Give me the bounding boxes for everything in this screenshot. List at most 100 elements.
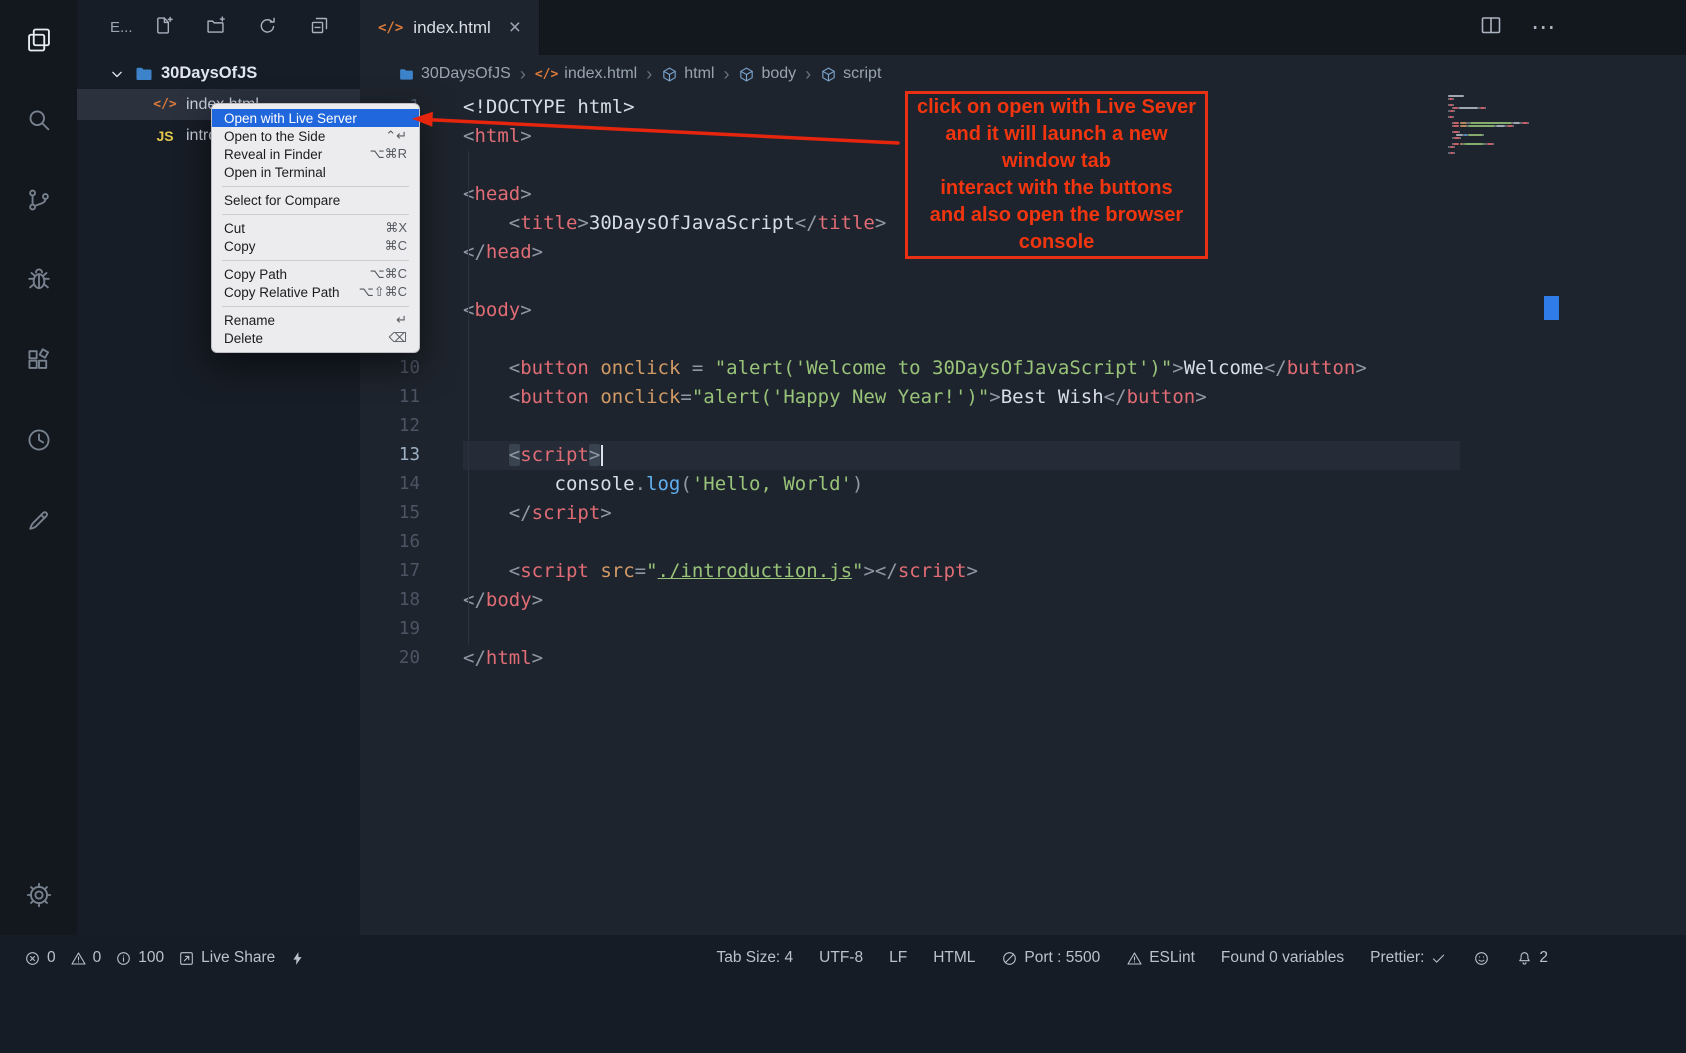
line-number: 13 (360, 441, 420, 470)
code-line-content (420, 615, 463, 644)
menu-item-label: Rename (224, 313, 275, 328)
breadcrumb-item-30daysofjs[interactable]: 30DaysOfJS (398, 65, 511, 83)
status-variables-count[interactable]: Found 0 variables (1221, 949, 1344, 967)
collapse-all-icon (309, 15, 330, 36)
minimap-line (1448, 152, 1540, 154)
tab-index-html[interactable]: </> index.html × (360, 0, 540, 55)
menu-item-open-to-the-side[interactable]: Open to the Side⌃↵ (212, 127, 419, 145)
activity-debug[interactable] (0, 240, 77, 320)
status-warnings[interactable]: 0 (70, 949, 102, 967)
split-editor-icon[interactable] (1479, 13, 1503, 42)
tab-bar: </> index.html × ⋯ (360, 0, 1686, 55)
breadcrumb-item-index-html[interactable]: </>index.html (535, 65, 637, 83)
activity-extensions[interactable] (0, 320, 77, 400)
new-file-button[interactable] (153, 15, 174, 41)
tree-folder-30daysofjs[interactable]: 30DaysOfJS (77, 58, 360, 89)
activity-pen[interactable] (0, 480, 77, 560)
status-notifications[interactable]: 2 (1516, 949, 1548, 967)
activity-search[interactable] (0, 80, 77, 160)
status-language-mode[interactable]: HTML (933, 949, 975, 967)
code-line-content: </body> (420, 586, 543, 615)
activity-clock[interactable] (0, 400, 77, 480)
minimap-segment (1485, 107, 1486, 109)
menu-item-open-with-live-server[interactable]: Open with Live Server (212, 109, 419, 127)
folder-icon (134, 64, 154, 84)
code-line-9[interactable]: 9 (360, 325, 1686, 354)
refresh-button[interactable] (257, 15, 278, 41)
menu-item-label: Open with Live Server (224, 111, 357, 126)
activity-explorer[interactable] (0, 0, 77, 80)
status-tab-size[interactable]: Tab Size: 4 (716, 949, 793, 967)
code-line-15[interactable]: 15 </script> (360, 499, 1686, 528)
menu-item-open-in-terminal[interactable]: Open in Terminal (212, 163, 419, 181)
menu-item-delete[interactable]: Delete⌫ (212, 329, 419, 347)
menu-item-select-for-compare[interactable]: Select for Compare (212, 191, 419, 209)
code-line-content: <title>30DaysOfJavaScript</title> (420, 209, 886, 238)
collapse-all-button[interactable] (309, 15, 330, 41)
code-line-content: <body> (420, 296, 532, 325)
menu-item-shortcut: ⌥⌘R (370, 146, 407, 162)
minimap-line (1448, 146, 1540, 148)
menu-item-rename[interactable]: Rename↵ (212, 311, 419, 329)
status-feedback[interactable] (1473, 950, 1490, 967)
minimap-segment (1460, 122, 1467, 124)
menu-item-copy-relative-path[interactable]: Copy Relative Path⌥⇧⌘C (212, 283, 419, 301)
annotation-text: click on open with Live Sever (917, 94, 1196, 121)
debug-icon (25, 266, 53, 294)
annotation-text: and also open the browser (917, 202, 1196, 229)
code-line-20[interactable]: 20</html> (360, 644, 1686, 673)
code-line-8[interactable]: 8<body> (360, 296, 1686, 325)
menu-item-cut[interactable]: Cut⌘X (212, 219, 419, 237)
line-number: 20 (360, 644, 420, 673)
code-line-11[interactable]: 11 <button onclick="alert('Happy New Yea… (360, 383, 1686, 412)
code-line-content: <script src="./introduction.js"></script… (420, 557, 978, 586)
status-info-count[interactable]: 100 (115, 949, 164, 967)
new-folder-button[interactable] (205, 15, 226, 41)
status-eol[interactable]: LF (889, 949, 907, 967)
line-number: 18 (360, 586, 420, 615)
tab-label: index.html (413, 18, 490, 38)
minimap-line (1448, 140, 1540, 142)
code-line-10[interactable]: 10 <button onclick = "alert('Welcome to … (360, 354, 1686, 383)
code-line-13[interactable]: 13 <script> (360, 441, 1686, 470)
code-line-content: console.log('Hello, World') (420, 470, 863, 499)
code-line-17[interactable]: 17 <script src="./introduction.js"></scr… (360, 557, 1686, 586)
editor-actions: ⋯ (1479, 0, 1686, 55)
menu-item-reveal-in-finder[interactable]: Reveal in Finder⌥⌘R (212, 145, 419, 163)
code-line-content: <!DOCTYPE html> (420, 93, 635, 122)
breadcrumb-item-script[interactable]: script (820, 65, 881, 83)
js-file-icon: JS (153, 128, 177, 144)
menu-item-copy-path[interactable]: Copy Path⌥⌘C (212, 265, 419, 283)
status-prettier[interactable]: Prettier: (1370, 949, 1447, 967)
smiley-icon (1473, 950, 1490, 967)
minimap-segment (1460, 137, 1461, 139)
activity-settings[interactable] (0, 869, 77, 921)
status-live-share[interactable]: Live Share (178, 949, 275, 967)
minimap[interactable] (1448, 95, 1540, 155)
breadcrumb-separator: › (646, 64, 652, 85)
status-errors[interactable]: 0 (24, 949, 56, 967)
menu-item-label: Copy Relative Path (224, 285, 340, 300)
status-quick-action[interactable] (289, 950, 306, 967)
close-tab-icon[interactable]: × (509, 17, 521, 38)
more-actions-icon[interactable]: ⋯ (1531, 13, 1556, 42)
code-line-7[interactable]: 7 (360, 267, 1686, 296)
minimap-segment (1470, 122, 1512, 124)
status-encoding[interactable]: UTF-8 (819, 949, 863, 967)
code-line-content (420, 267, 463, 296)
breadcrumb-item-html[interactable]: html (661, 65, 714, 83)
status-live-server-port[interactable]: Port : 5500 (1001, 949, 1100, 967)
menu-item-copy[interactable]: Copy⌘C (212, 237, 419, 255)
code-line-14[interactable]: 14 console.log('Hello, World') (360, 470, 1686, 499)
code-line-18[interactable]: 18</body> (360, 586, 1686, 615)
html-file-icon: </> (535, 67, 558, 82)
code-line-19[interactable]: 19 (360, 615, 1686, 644)
activity-source-control[interactable] (0, 160, 77, 240)
code-line-16[interactable]: 16 (360, 528, 1686, 557)
breadcrumb-label: html (684, 65, 714, 83)
minimap-line (1448, 134, 1540, 136)
status-eslint[interactable]: ESLint (1126, 949, 1195, 967)
code-line-12[interactable]: 12 (360, 412, 1686, 441)
breadcrumb-item-body[interactable]: body (738, 65, 796, 83)
status-label: ESLint (1149, 949, 1195, 967)
